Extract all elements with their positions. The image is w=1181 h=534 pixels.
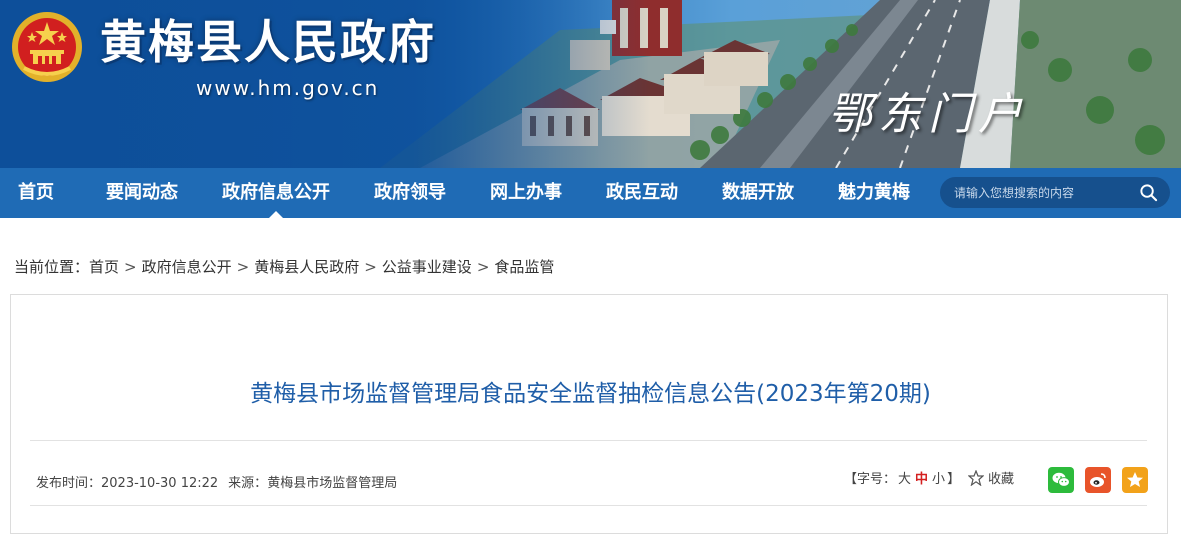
search-icon[interactable]	[1139, 183, 1158, 202]
font-size-open: 【字号：	[844, 472, 897, 487]
nav-item-gov-info-open[interactable]: 政府信息公开	[222, 168, 330, 218]
qzone-star-icon	[1127, 472, 1143, 487]
share-weibo-button[interactable]	[1085, 467, 1111, 493]
font-size-medium-button[interactable]: 中	[915, 472, 928, 487]
font-size-switcher: 【字号：大中小】	[844, 470, 960, 490]
source: 黄梅县市场监督管理局	[267, 476, 398, 491]
favorite-button[interactable]: 收藏	[967, 469, 1015, 490]
national-emblem-icon	[12, 12, 82, 82]
nav-item-interaction[interactable]: 政民互动	[606, 168, 678, 218]
nav-item-leaders[interactable]: 政府领导	[374, 168, 446, 218]
search-box	[940, 177, 1170, 208]
article-card	[10, 294, 1168, 534]
slogan-calligraphy: 鄂东门户	[828, 89, 1028, 140]
breadcrumb-item-gov-info-open[interactable]: 政府信息公开	[142, 258, 232, 276]
article-meta: 发布时间：2023-10-30 12:22 来源：黄梅县市场监督管理局	[36, 472, 397, 491]
breadcrumb-separator: >	[364, 258, 377, 276]
breadcrumb-separator: >	[124, 258, 137, 276]
title-divider	[30, 440, 1147, 441]
breadcrumb-item-home[interactable]: 首页	[89, 258, 119, 276]
breadcrumb-separator: >	[476, 258, 490, 276]
nav-item-home[interactable]: 首页	[18, 168, 54, 218]
breadcrumb-item-public-welfare[interactable]: 公益事业建设	[382, 258, 472, 276]
nav-item-online-services[interactable]: 网上办事	[490, 168, 562, 218]
weibo-icon	[1090, 473, 1106, 487]
breadcrumb-item-county-gov[interactable]: 黄梅县人民政府	[254, 258, 359, 276]
publish-time: 2023-10-30 12:22	[101, 476, 219, 491]
favorite-label: 收藏	[988, 472, 1015, 487]
search-input[interactable]	[954, 177, 1134, 208]
breadcrumb: 当前位置：首页 > 政府信息公开 > 黄梅县人民政府 > 公益事业建设 > 食品监管	[14, 256, 554, 277]
nav-item-charm-huangmei[interactable]: 魅力黄梅	[838, 168, 910, 218]
publish-time-label: 发布时间：	[36, 476, 102, 491]
site-title: 黄梅县人民政府	[100, 15, 436, 69]
breadcrumb-prefix: 当前位置：	[14, 258, 90, 276]
star-outline-icon	[967, 469, 985, 487]
wechat-icon	[1052, 472, 1070, 487]
breadcrumb-item-food-supervision[interactable]: 食品监管	[494, 258, 554, 276]
meta-divider	[30, 505, 1147, 506]
article-title: 黄梅县市场监督管理局食品安全监督抽检信息公告(2023年第20期)	[250, 381, 931, 407]
share-qzone-button[interactable]	[1122, 467, 1148, 493]
font-size-close: 】	[947, 472, 961, 487]
nav-item-open-data[interactable]: 数据开放	[722, 168, 794, 218]
header-banner: 黄梅县人民政府 www.hm.gov.cn 鄂东门户	[0, 0, 1181, 168]
site-url: www.hm.gov.cn	[196, 76, 380, 100]
font-size-small-button[interactable]: 小	[932, 472, 945, 487]
source-label: 来源：	[228, 476, 268, 491]
nav-item-news[interactable]: 要闻动态	[106, 168, 178, 218]
font-size-large-button[interactable]: 大	[898, 472, 911, 487]
breadcrumb-separator: >	[236, 258, 250, 276]
share-wechat-button[interactable]	[1048, 467, 1074, 493]
